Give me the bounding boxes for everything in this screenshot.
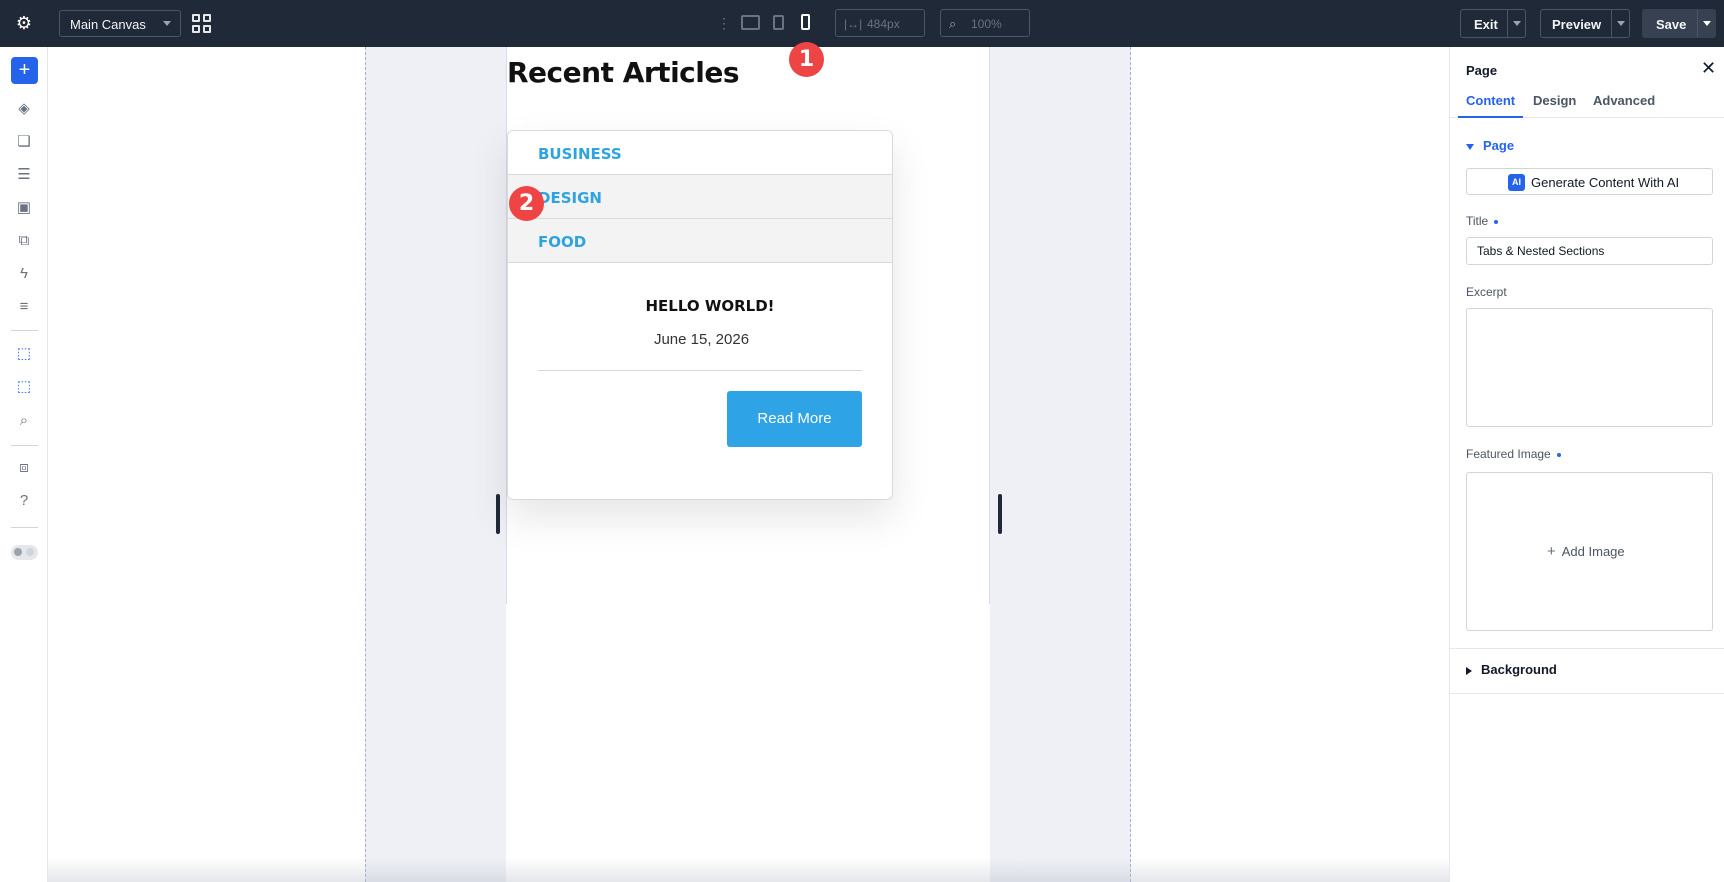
dynamic-content-dot-icon xyxy=(1556,452,1561,457)
portability-icon[interactable]: ⧈ xyxy=(14,459,34,477)
tablet-view-icon[interactable] xyxy=(773,15,784,30)
toggle-knob-icon xyxy=(26,548,34,556)
title-input[interactable] xyxy=(1466,237,1713,265)
chevron-down-icon xyxy=(163,21,171,26)
save-dropdown-chevron-icon[interactable] xyxy=(1697,10,1715,37)
multi-select-tool-icon[interactable]: ⬚ xyxy=(14,378,34,396)
post-date: June 15, 2026 xyxy=(653,331,750,348)
exit-button[interactable]: Exit xyxy=(1460,9,1526,38)
preview-button[interactable]: Preview xyxy=(1540,9,1630,38)
title-label-text: Title xyxy=(1466,214,1489,228)
caret-down-icon xyxy=(1466,143,1474,150)
sidebar-divider xyxy=(11,445,38,446)
canvas-width-value: 484px xyxy=(867,17,900,31)
tab-business[interactable]: BUSINESS xyxy=(508,131,892,175)
section-background-toggle[interactable]: Background xyxy=(1466,662,1557,677)
viewport-edge-right xyxy=(989,47,990,604)
close-icon[interactable]: ✕ xyxy=(1701,58,1716,79)
width-arrows-icon: |↔| xyxy=(844,17,863,31)
annotation-badge-1: 1 xyxy=(789,42,824,77)
canvas-select-value: Main Canvas xyxy=(70,17,146,32)
zoom-magnifier-icon: ⌕ xyxy=(949,16,957,31)
tabs-module-card[interactable]: BUSINESS DESIGN FOOD HELLO WORLD! June 1… xyxy=(507,130,893,500)
resize-handle-left[interactable] xyxy=(496,494,500,534)
canvas-gutter-right xyxy=(990,47,1131,882)
desktop-view-icon[interactable] xyxy=(741,15,760,30)
section-background-label: Background xyxy=(1481,662,1557,677)
ai-icon: AI xyxy=(1508,174,1525,191)
more-options-icon[interactable]: ⋮ xyxy=(717,14,731,32)
post-divider xyxy=(538,370,862,371)
post-title[interactable]: HELLO WORLD! xyxy=(508,297,892,315)
tab-design[interactable]: Design xyxy=(1533,93,1576,108)
help-icon[interactable]: ? xyxy=(14,492,34,510)
preview-label: Preview xyxy=(1552,17,1602,32)
settings-panel: Page ✕ Content Design Advanced Page AI G… xyxy=(1449,47,1724,882)
featured-image-field-label: Featured Image xyxy=(1466,447,1561,461)
section-divider xyxy=(1450,648,1724,649)
generate-content-ai-button[interactable]: AI Generate Content With AI xyxy=(1466,168,1713,195)
panel-tabs: Content Design Advanced xyxy=(1450,91,1724,118)
excerpt-field-label: Excerpt xyxy=(1466,285,1507,299)
section-page-label: Page xyxy=(1483,138,1515,153)
resize-handle-right[interactable] xyxy=(998,494,1002,534)
tab-food[interactable]: FOOD xyxy=(508,219,892,263)
add-image-label: Add Image xyxy=(1561,544,1625,559)
section-page-toggle[interactable]: Page xyxy=(1466,138,1514,153)
toggle-knob-icon xyxy=(14,548,22,556)
save-button[interactable]: Save xyxy=(1642,9,1716,38)
sidebar-divider xyxy=(11,527,38,528)
top-toolbar: ⚙ Main Canvas ⋮ |↔| 484px ⌕ 100% Exit Pr… xyxy=(0,0,1724,47)
find-replace-icon[interactable]: ⌕ xyxy=(14,412,34,430)
read-more-button[interactable]: Read More xyxy=(727,391,862,447)
zoom-input[interactable]: ⌕ 100% xyxy=(940,9,1030,37)
add-image-button[interactable]: + Add Image xyxy=(1547,543,1625,560)
pages-icon[interactable]: ⧉ xyxy=(14,232,34,250)
tab-design[interactable]: DESIGN xyxy=(508,175,892,219)
lightning-icon[interactable]: ϟ xyxy=(14,265,34,283)
preview-dropdown-chevron-icon[interactable] xyxy=(1611,10,1629,37)
theme-builder-icon[interactable]: ❏ xyxy=(14,133,34,151)
plus-icon: + xyxy=(1547,543,1556,560)
select-tool-icon[interactable]: ⬚ xyxy=(14,345,34,363)
layout-grid-icon[interactable] xyxy=(192,14,211,33)
tab-content[interactable]: Content xyxy=(1466,93,1515,108)
zoom-value: 100% xyxy=(971,17,1002,31)
annotation-badge-2: 2 xyxy=(509,186,544,221)
canvas-bottom-shadow xyxy=(48,858,1449,882)
database-icon[interactable]: ☰ xyxy=(14,166,34,184)
sidebar-divider xyxy=(11,330,38,331)
featured-image-upload[interactable]: + Add Image xyxy=(1466,472,1713,631)
section-divider xyxy=(1450,693,1724,694)
panel-title: Page xyxy=(1466,63,1498,78)
settings-gear-icon[interactable]: ⚙ xyxy=(14,13,34,33)
active-tab-indicator xyxy=(1458,116,1523,118)
dynamic-content-dot-icon xyxy=(1494,219,1499,224)
caret-right-icon xyxy=(1466,666,1472,675)
left-sidebar: + ◈ ❏ ☰ ▣ ⧉ ϟ ≡ ⬚ ⬚ ⌕ ⧈ ? xyxy=(0,47,48,882)
dark-mode-toggle[interactable] xyxy=(11,545,38,560)
tab-label: FOOD xyxy=(538,233,587,251)
featured-image-label-text: Featured Image xyxy=(1466,447,1551,461)
canvas-select-dropdown[interactable]: Main Canvas xyxy=(59,10,181,37)
generate-content-label: Generate Content With AI xyxy=(1531,175,1680,190)
tab-advanced[interactable]: Advanced xyxy=(1593,93,1655,108)
tab-label: DESIGN xyxy=(538,189,602,207)
excerpt-textarea[interactable] xyxy=(1466,308,1713,427)
save-label: Save xyxy=(1656,17,1687,32)
title-field-label: Title xyxy=(1466,214,1499,228)
phone-view-icon[interactable] xyxy=(801,14,810,30)
canvas-gutter-left xyxy=(365,47,506,882)
exit-dropdown-chevron-icon[interactable] xyxy=(1507,10,1525,37)
layers-icon[interactable]: ◈ xyxy=(14,100,34,118)
tab-label: BUSINESS xyxy=(538,145,622,163)
list-settings-icon[interactable]: ≡ xyxy=(14,298,34,316)
global-items-icon[interactable]: ▣ xyxy=(14,199,34,217)
page-heading[interactable]: Recent Articles xyxy=(507,56,740,89)
canvas-width-input[interactable]: |↔| 484px xyxy=(835,9,925,37)
add-element-button[interactable]: + xyxy=(11,57,38,84)
exit-label: Exit xyxy=(1474,17,1498,32)
